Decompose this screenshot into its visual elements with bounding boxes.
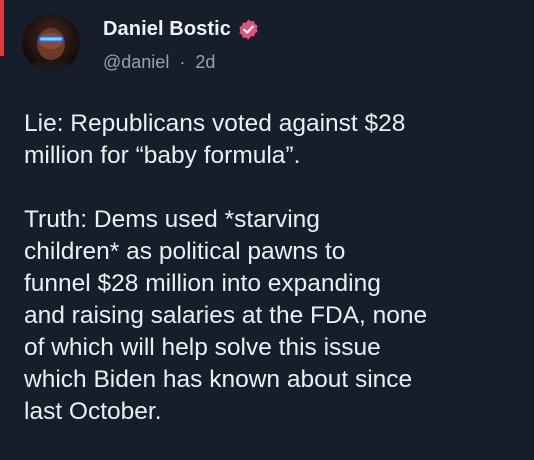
- verified-badge-icon: [237, 18, 260, 41]
- author-handle[interactable]: @daniel: [103, 52, 169, 72]
- post-timestamp[interactable]: 2d: [195, 52, 215, 72]
- avatar-image: [29, 28, 73, 72]
- post-paragraph-lie: Lie: Republicans voted against $28 milli…: [24, 110, 406, 169]
- meta-separator: ·: [179, 52, 186, 72]
- post-paragraph-truth: Truth: Dems used *starving children* as …: [24, 206, 428, 425]
- author-name-row: Daniel Bostic: [103, 18, 260, 41]
- post-body: Lie: Republicans voted against $28 milli…: [24, 108, 524, 428]
- author-meta-row: @daniel · 2d: [103, 52, 215, 73]
- author-display-name[interactable]: Daniel Bostic: [103, 18, 231, 41]
- post-card: Daniel Bostic @daniel · 2d Lie: Republic…: [0, 0, 534, 460]
- avatar[interactable]: [22, 14, 80, 72]
